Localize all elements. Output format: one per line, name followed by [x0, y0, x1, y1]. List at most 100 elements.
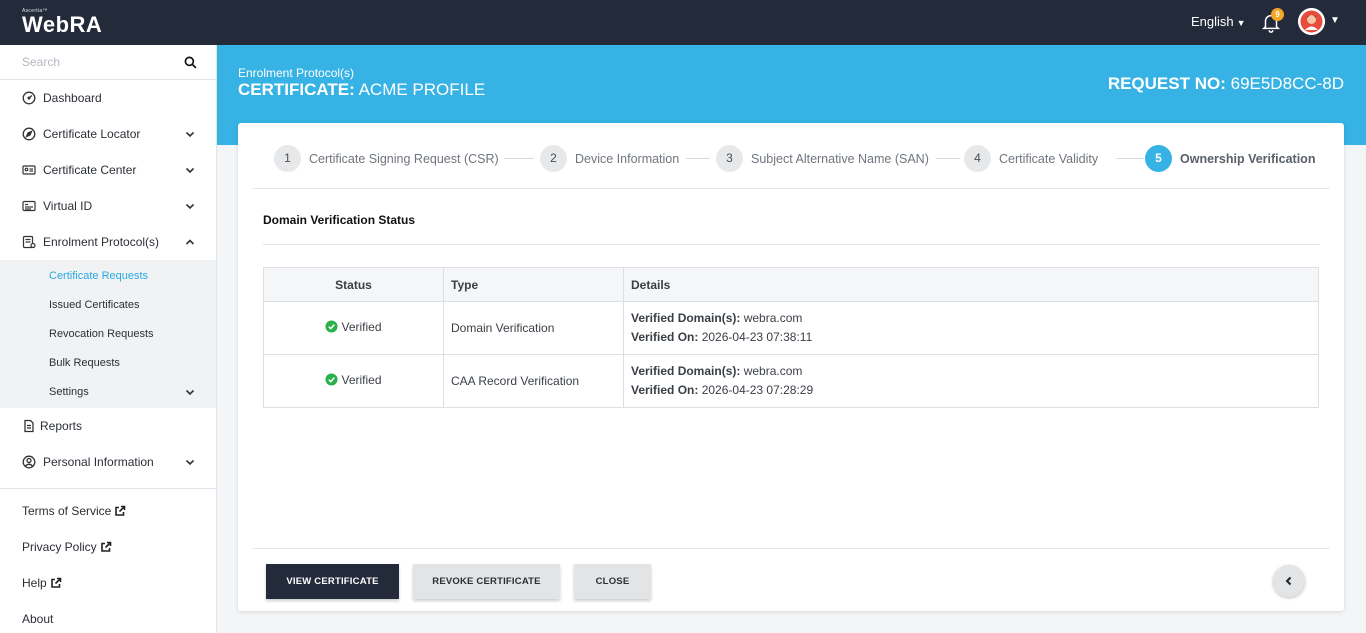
status-badge: Verified	[325, 372, 382, 387]
page-title-value: ACME PROFILE	[358, 80, 486, 99]
revoke-certificate-button[interactable]: REVOKE CERTIFICATE	[413, 564, 560, 599]
detail-value: 2026-04-23 07:38:11	[701, 330, 813, 344]
close-button[interactable]: CLOSE	[574, 564, 651, 599]
stepper: 1 Certificate Signing Request (CSR) 2 De…	[252, 123, 1330, 189]
sidebar-subitem-label: Issued Certificates	[49, 299, 140, 312]
step-number: 5	[1145, 145, 1172, 172]
verification-table: Status Type Details Verified Domain Veri…	[263, 267, 1319, 408]
footer-link-label: Privacy Policy	[22, 540, 97, 554]
sidebar-item-reports[interactable]: Reports	[0, 408, 216, 444]
search-input[interactable]	[0, 45, 170, 79]
step-number: 3	[716, 145, 743, 172]
detail-value: webra.com	[743, 364, 803, 378]
detail-label: Verified Domain(s):	[631, 311, 741, 325]
detail-date: Verified On: 2026-04-23 07:28:29	[631, 381, 1318, 400]
type-cell: CAA Record Verification	[443, 354, 624, 408]
detail-value: 2026-04-23 07:28:29	[701, 383, 814, 397]
status-cell: Verified	[263, 301, 444, 355]
sidebar-subitem-issued-certificates[interactable]: Issued Certificates	[0, 291, 216, 320]
sidebar-item-label: Reports	[40, 418, 83, 433]
sidebar-item-label: Virtual ID	[43, 199, 93, 213]
sidebar-subitem-certificate-requests[interactable]: Certificate Requests	[0, 262, 216, 291]
back-button[interactable]	[1273, 565, 1305, 597]
table-header-row: Status Type Details	[263, 267, 1319, 302]
sidebar-subitem-settings[interactable]: Settings	[0, 377, 216, 406]
external-link-icon	[50, 577, 61, 588]
details-cell: Verified Domain(s): webra.com Verified O…	[623, 301, 1319, 355]
sidebar-item-certificate-center[interactable]: Certificate Center	[0, 152, 216, 188]
sidebar-subitem-revocation-requests[interactable]: Revocation Requests	[0, 320, 216, 349]
sidebar-item-personal-information[interactable]: Personal Information	[0, 444, 216, 480]
page-title: CERTIFICATE: ACME PROFILE	[238, 80, 485, 100]
sidebar-item-label: Personal Information	[43, 454, 154, 469]
request-number-label: REQUEST NO:	[1107, 74, 1226, 93]
step-label: Device Information	[575, 151, 680, 166]
external-link-icon	[100, 541, 111, 552]
language-selector[interactable]: English ▼	[1191, 14, 1246, 29]
column-header-type: Type	[443, 267, 624, 302]
step-number: 4	[964, 145, 991, 172]
detail-domain: Verified Domain(s): webra.com	[631, 309, 1318, 328]
step-1[interactable]: 1 Certificate Signing Request (CSR)	[274, 145, 499, 172]
sidebar-item-certificate-locator[interactable]: Certificate Locator	[0, 116, 216, 152]
help-link[interactable]: Help	[0, 565, 216, 601]
notification-badge: 9	[1271, 8, 1284, 21]
top-bar: Ascertia™ WebRA English ▼ 9 ▼	[0, 0, 1366, 45]
chevron-down-icon	[185, 390, 195, 396]
detail-value: webra.com	[740, 311, 803, 325]
caret-down-icon: ▼	[1236, 18, 1246, 28]
privacy-policy-link[interactable]: Privacy Policy	[0, 529, 216, 565]
request-number: REQUEST NO: 69E5D8CC-8D	[1108, 74, 1344, 94]
column-header-details: Details	[623, 267, 1319, 302]
section-divider	[263, 244, 1320, 245]
column-header-status: Status	[263, 267, 444, 302]
step-connector	[936, 158, 960, 159]
sidebar-item-dashboard[interactable]: Dashboard	[0, 80, 216, 116]
chevron-down-icon	[185, 203, 195, 210]
sidebar-search	[0, 45, 216, 80]
external-link-icon	[115, 505, 126, 516]
section-title: Domain Verification Status	[263, 213, 416, 227]
page-title-prefix: CERTIFICATE:	[238, 80, 355, 99]
chevron-down-icon	[185, 167, 195, 174]
view-certificate-button[interactable]: VIEW CERTIFICATE	[266, 564, 399, 599]
sidebar-item-label: Dashboard	[43, 91, 102, 105]
compass-icon	[22, 127, 36, 141]
avatar-image	[1298, 8, 1325, 35]
sidebar-subitem-label: Settings	[49, 385, 89, 398]
sidebar-item-label: Certificate Center	[43, 163, 137, 177]
sidebar-subitem-bulk-requests[interactable]: Bulk Requests	[0, 348, 216, 377]
chevron-down-icon	[185, 131, 195, 138]
step-5[interactable]: 5 Ownership Verification	[1145, 145, 1315, 172]
chevron-left-icon	[1285, 576, 1292, 586]
footer-divider	[252, 548, 1330, 549]
step-label: Ownership Verification	[1180, 151, 1316, 166]
step-3[interactable]: 3 Subject Alternative Name (SAN)	[716, 145, 929, 172]
status-text: Verified	[341, 372, 382, 387]
detail-label: Verified On:	[631, 330, 699, 344]
sidebar-footer-links: Terms of Service Privacy Policy Help Abo…	[0, 493, 216, 633]
language-label: English	[1191, 14, 1234, 29]
search-icon[interactable]	[184, 56, 197, 69]
step-connector	[686, 158, 710, 159]
chevron-down-icon	[185, 459, 195, 466]
step-2[interactable]: 2 Device Information	[540, 145, 679, 172]
about-link[interactable]: About	[0, 601, 216, 633]
detail-date: Verified On: 2026-04-23 07:38:11	[631, 328, 1318, 347]
table-row: Verified CAA Record Verification Verifie…	[263, 354, 1319, 408]
sidebar-item-enrolment-protocols[interactable]: Enrolment Protocol(s)	[0, 224, 216, 260]
enrolment-submenu: Certificate Requests Issued Certificates…	[0, 260, 216, 408]
sidebar-item-virtual-id[interactable]: Virtual ID	[0, 188, 216, 224]
details-cell: Verified Domain(s): webra.com Verified O…	[623, 354, 1319, 408]
caret-down-icon[interactable]: ▼	[1330, 15, 1340, 26]
sidebar-subitem-label: Certificate Requests	[49, 270, 149, 283]
terms-of-service-link[interactable]: Terms of Service	[0, 493, 216, 529]
footer-link-label: Terms of Service	[22, 504, 112, 518]
step-label: Subject Alternative Name (SAN)	[751, 151, 929, 166]
avatar[interactable]	[1298, 8, 1325, 35]
app-logo[interactable]: Ascertia™ WebRA	[22, 8, 102, 36]
check-circle-icon	[325, 320, 339, 333]
step-4[interactable]: 4 Certificate Validity	[964, 145, 1098, 172]
sidebar-item-label: Certificate Locator	[43, 127, 141, 141]
status-cell: Verified	[263, 354, 444, 408]
